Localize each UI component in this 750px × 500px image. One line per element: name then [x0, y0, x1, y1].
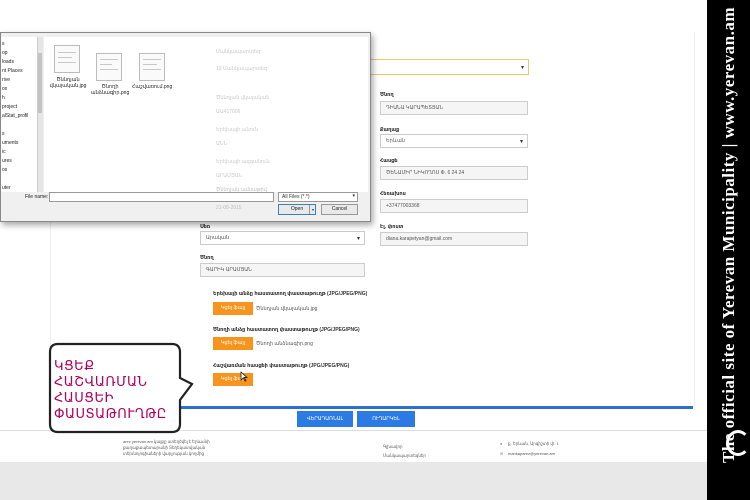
email-field[interactable]: diana.karapetyan@gmail.com	[380, 232, 528, 246]
phone-field[interactable]: +37477003368	[380, 199, 528, 213]
parent-name-label: Ծնող	[380, 92, 394, 98]
footer-link-kindergartens[interactable]: Մանկապարտեզներ	[383, 453, 426, 458]
address-label: Հասցե	[380, 158, 398, 164]
callout-line: ՀԱՇՎԱՌՄԱՆ	[54, 374, 148, 389]
parent-name-field[interactable]: ԴԻԱՆԱ ԿԱՐԱՊԵՏՅԱՆ	[380, 101, 528, 115]
ghost-value: 21-08-2015	[216, 205, 242, 211]
nav-item[interactable]: h	[2, 95, 5, 101]
chevron-down-icon: ▾	[356, 236, 360, 242]
nav-item[interactable]: nt Places	[2, 68, 23, 74]
file-name-input[interactable]	[49, 192, 274, 202]
child-document-filename: Ծննդյան վկայական.jpg	[256, 306, 318, 312]
ghost-value: ԱՆՆ	[216, 141, 228, 147]
address-field[interactable]: ԾԵՆԱՄԻՐ ՆԻԿՈՂՈՍ Փ. 6 24 24	[380, 166, 528, 180]
side-banner-text: The official site of Yerevan Municipalit…	[719, 7, 738, 463]
ghost-label: Երեխայի ազգանուն	[216, 159, 270, 165]
copyright-icon	[726, 430, 750, 456]
nav-item[interactable]: ox	[2, 86, 7, 92]
cancel-button[interactable]: Cancel	[321, 204, 358, 215]
city-select[interactable]: Երևան ▾	[380, 134, 528, 148]
back-button[interactable]: ՎԵՐԱԴԱՌՆԱԼ	[297, 411, 353, 427]
ghost-label: Ծննդյան վկայական	[216, 95, 270, 101]
parent-document-filename: Ծնողի անձնագիր.png	[256, 341, 313, 347]
ghost-value: 13 Մանկապարտեզ	[216, 66, 268, 72]
email-label: Էլ. փոստ	[380, 224, 404, 230]
file-type-select[interactable]: All Files (*.*) ▾	[278, 192, 358, 202]
image-thumbnail-icon	[139, 53, 165, 81]
nav-item[interactable]: uments	[2, 140, 18, 146]
nav-item[interactable]: project	[2, 104, 17, 110]
callout-line: ԿՑԵՔ	[54, 358, 95, 373]
gender-select-value: Արական	[206, 235, 230, 241]
footer-email[interactable]: mankaparez@yerevan.am	[508, 451, 555, 456]
nav-item[interactable]: op	[2, 50, 8, 56]
child-document-label: Երեխայի անձը հաստատող փաստաթուղթ (JPG/JP…	[213, 291, 368, 297]
chevron-down-icon: ▾	[520, 65, 524, 71]
ghost-value: ԱՐԱՄՅԱՆ	[216, 173, 243, 179]
send-button[interactable]: ՈՒՂԱՐԿԵԼ	[357, 411, 415, 427]
ghost-value: ԱԱ417006	[216, 109, 241, 115]
child-document-attach-button[interactable]: Կցել ֆայլ	[213, 302, 253, 315]
nav-scrollbar-thumb[interactable]	[38, 53, 42, 113]
nav-item[interactable]: alStat_profil	[2, 113, 28, 119]
open-dropdown-icon[interactable]: ▾	[309, 205, 316, 214]
file-caption: Հաշվառում.png	[131, 84, 173, 90]
nav-item[interactable]: loads	[2, 59, 14, 65]
nav-item[interactable]: uter	[2, 185, 11, 191]
address-document-label: Հաշվառման հասցեի փաստաթուղթ (JPG/JPEG/PN…	[213, 363, 350, 369]
chevron-down-icon: ▾	[352, 193, 355, 199]
bottom-band	[0, 462, 707, 500]
file-open-dialog: s op loads nt Places rive ox h project a…	[0, 32, 371, 222]
nav-item[interactable]: s	[2, 41, 5, 47]
footer-about-line: arez yerevan.am կայքը ստեղծվել է Երևանի	[123, 439, 210, 444]
dialog-files-pane: Ծննդյան վկայական.jpg Ծնողի անձնագիր.png …	[44, 37, 368, 192]
nav-item[interactable]: ic	[2, 149, 6, 155]
callout-text: ԿՑԵՔ ՀԱՇՎԱՌՄԱՆ ՀԱՍՑԵԻ ՓԱՍՏԱԹՈՒՂԹԸ	[54, 358, 174, 422]
phone-label: Հեռախոս	[380, 191, 406, 197]
location-icon: ●	[500, 441, 503, 446]
city-label: Քաղաք	[380, 127, 400, 133]
footer-about-line: տեխնոլոգիաների վարչության կողմից	[123, 451, 205, 456]
file-name-label: File name:	[25, 194, 49, 200]
callout-line: ՀԱՍՑԵԻ	[54, 390, 114, 405]
ghost-label: Երեխայի անուն	[216, 127, 259, 133]
file-type-select-value: All Files (*.*)	[282, 194, 310, 200]
footer-link-home[interactable]: Գլխավոր	[383, 444, 403, 449]
father-name-field[interactable]: ԳԱՐԻԿ ԱՐԱՄՅԱՆ	[200, 263, 365, 277]
side-banner-text-box: The official site of Yerevan Municipalit…	[712, 7, 746, 463]
nav-item[interactable]: os	[2, 167, 7, 173]
open-button-label: Open	[290, 206, 304, 212]
parent-document-label: Ծնողի անձը հաստատող փաստաթուղթ (JPG/JPEG…	[213, 327, 360, 333]
footer-about-line: քաղաքապետարանի Տեղեկատվական	[123, 445, 206, 450]
city-select-value: Երևան	[386, 138, 405, 144]
mouse-cursor-icon	[240, 371, 248, 382]
image-thumbnail-icon	[96, 53, 122, 81]
ghost-label: Մանկապարտեզ	[216, 49, 261, 55]
footer-address: ք. Երևան, Արգիշտի փ. 1	[508, 441, 559, 446]
image-thumbnail-icon	[54, 45, 80, 73]
callout-line: ՓԱՍՏԱԹՈՒՂԹԸ	[54, 406, 167, 421]
parent-document-attach-button[interactable]: Կցել ֆայլ	[213, 337, 253, 350]
father-name-label: Ծնող	[200, 255, 214, 261]
gender-label: Սեռ	[200, 224, 211, 230]
chevron-down-icon: ▾	[519, 139, 523, 145]
nav-item[interactable]: rive	[2, 77, 10, 83]
mail-icon: ✉	[500, 451, 504, 456]
nav-item[interactable]: ures	[2, 158, 12, 164]
nav-item[interactable]: s	[2, 131, 5, 137]
gender-select[interactable]: Արական ▾	[200, 231, 365, 245]
